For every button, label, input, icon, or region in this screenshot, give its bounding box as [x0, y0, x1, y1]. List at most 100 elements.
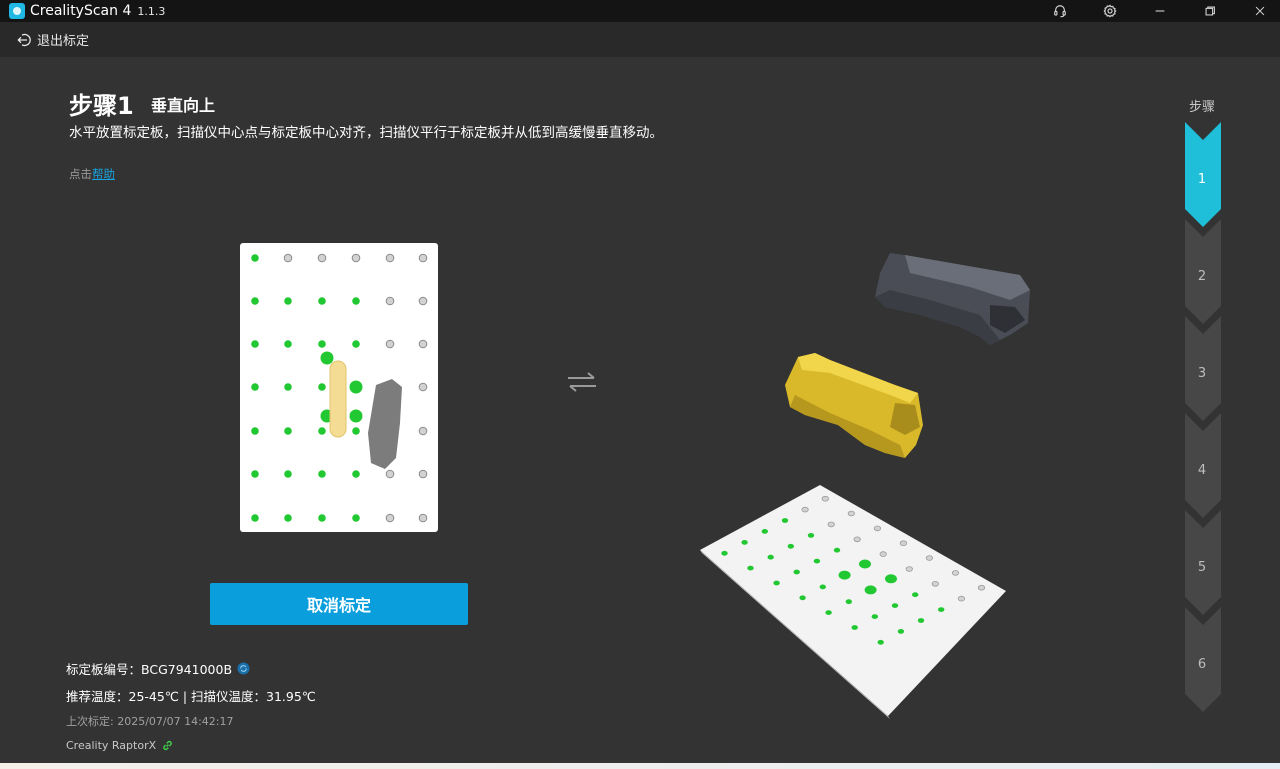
step-number-1: 1: [1197, 172, 1207, 187]
plane-marker: [761, 529, 768, 534]
link-icon[interactable]: [161, 739, 174, 752]
calibration-board-top-view: [240, 243, 438, 532]
dark-scanner-top-view: [368, 379, 402, 469]
plane-marker: [821, 495, 829, 502]
exit-label: 退出标定: [37, 34, 90, 49]
last-calibration: 上次标定: 2025/07/07 14:42:17: [66, 715, 234, 728]
gear-icon[interactable]: [1088, 0, 1132, 22]
board-marker: [385, 469, 395, 479]
dark-scanner-model: [875, 253, 1030, 345]
board-marker: [284, 470, 292, 478]
title-bar: CrealityScan 4 1.1.3: [0, 0, 1280, 22]
plane-marker: [877, 639, 884, 645]
board-marker: [385, 253, 395, 263]
board-plane: [700, 485, 1006, 719]
steps-label: 步骤: [1188, 100, 1215, 115]
exit-calibration-button[interactable]: 退出标定: [16, 30, 89, 49]
exit-arrow-icon: [17, 33, 31, 46]
perspective-illustration: [690, 245, 1030, 725]
board-marker: [351, 253, 361, 263]
window-bottom-edge: [0, 763, 1280, 769]
plane-large-marker: [838, 570, 851, 580]
yellow-scanner-top-view: [329, 360, 347, 438]
board-marker: [317, 253, 327, 263]
plane-large-marker: [885, 574, 897, 584]
plane-marker: [957, 595, 965, 602]
plane-marker: [781, 518, 789, 523]
plane-marker: [767, 554, 774, 560]
device-row: Creality RaptorX: [66, 739, 174, 752]
plane-marker: [977, 584, 986, 591]
plane-marker: [845, 599, 852, 605]
board-large-marker: [320, 351, 334, 365]
board-marker: [251, 254, 259, 262]
close-icon[interactable]: [1238, 0, 1280, 22]
step-number-4: 4: [1197, 463, 1207, 478]
step-number-2: 2: [1197, 269, 1207, 284]
board-marker: [284, 427, 292, 435]
board-marker: [352, 297, 360, 305]
calibration-board-illustration: [251, 253, 428, 523]
headset-icon[interactable]: [1038, 0, 1082, 22]
board-marker: [352, 470, 360, 478]
device-name: Creality RaptorX: [66, 739, 157, 752]
plane-marker: [917, 618, 925, 623]
plane-marker: [813, 558, 821, 564]
step-number-3: 3: [1197, 366, 1207, 381]
plane-marker: [897, 629, 905, 634]
step-number-6: 6: [1197, 657, 1207, 672]
board-marker: [284, 340, 292, 348]
minimize-icon[interactable]: [1138, 0, 1182, 22]
plane-marker: [721, 550, 728, 556]
board-marker: [318, 340, 326, 348]
plane-marker: [799, 595, 806, 601]
board-marker: [318, 470, 326, 478]
board-marker: [352, 514, 360, 522]
plane-large-marker: [864, 585, 877, 595]
board-marker: [251, 514, 259, 522]
sub-header: 退出标定: [0, 22, 1280, 57]
board-marker: [418, 382, 428, 392]
plane-marker: [951, 570, 960, 576]
board-marker: [284, 383, 292, 391]
board-marker: [251, 297, 259, 305]
board-marker: [418, 296, 428, 306]
refresh-icon[interactable]: [237, 662, 250, 675]
board-marker: [251, 470, 259, 478]
board-marker: [418, 339, 428, 349]
board-marker: [418, 426, 428, 436]
plane-marker: [773, 580, 780, 586]
plane-marker: [912, 592, 919, 598]
step-instruction: 水平放置标定板，扫描仪中心点与标定板中心对齐，扫描仪平行于标定板并从低到高缓慢垂…: [69, 125, 663, 141]
app-logo-icon: [9, 3, 25, 19]
plane-marker: [899, 540, 907, 547]
board-marker: [385, 296, 395, 306]
cancel-calibration-button[interactable]: 取消标定: [210, 583, 468, 625]
board-marker: [418, 253, 428, 263]
temperature-row: 推荐温度：25-45℃ | 扫描仪温度：31.95℃: [66, 689, 316, 704]
plane-marker: [819, 584, 826, 590]
board-marker: [352, 340, 360, 348]
plane-marker: [873, 525, 881, 532]
plane-marker: [925, 555, 933, 561]
board-marker: [251, 383, 259, 391]
plane-marker: [847, 510, 855, 517]
plane-marker: [833, 547, 841, 553]
board-marker: [284, 297, 292, 305]
plane-marker: [741, 540, 748, 545]
yellow-scanner-model: [785, 353, 923, 458]
board-marker: [385, 339, 395, 349]
board-marker: [318, 427, 326, 435]
plane-marker: [853, 536, 861, 543]
help-link[interactable]: 帮助: [92, 167, 115, 181]
board-marker: [318, 297, 326, 305]
plane-marker: [827, 521, 835, 528]
step-number-5: 5: [1197, 560, 1207, 575]
plane-marker: [801, 506, 809, 513]
plane-marker: [871, 614, 878, 619]
plane-marker: [891, 603, 899, 608]
plane-marker: [825, 610, 832, 615]
board-marker: [283, 253, 293, 263]
restore-icon[interactable]: [1188, 0, 1232, 22]
board-id-row: 标定板编号：BCG7941000B: [66, 659, 250, 678]
